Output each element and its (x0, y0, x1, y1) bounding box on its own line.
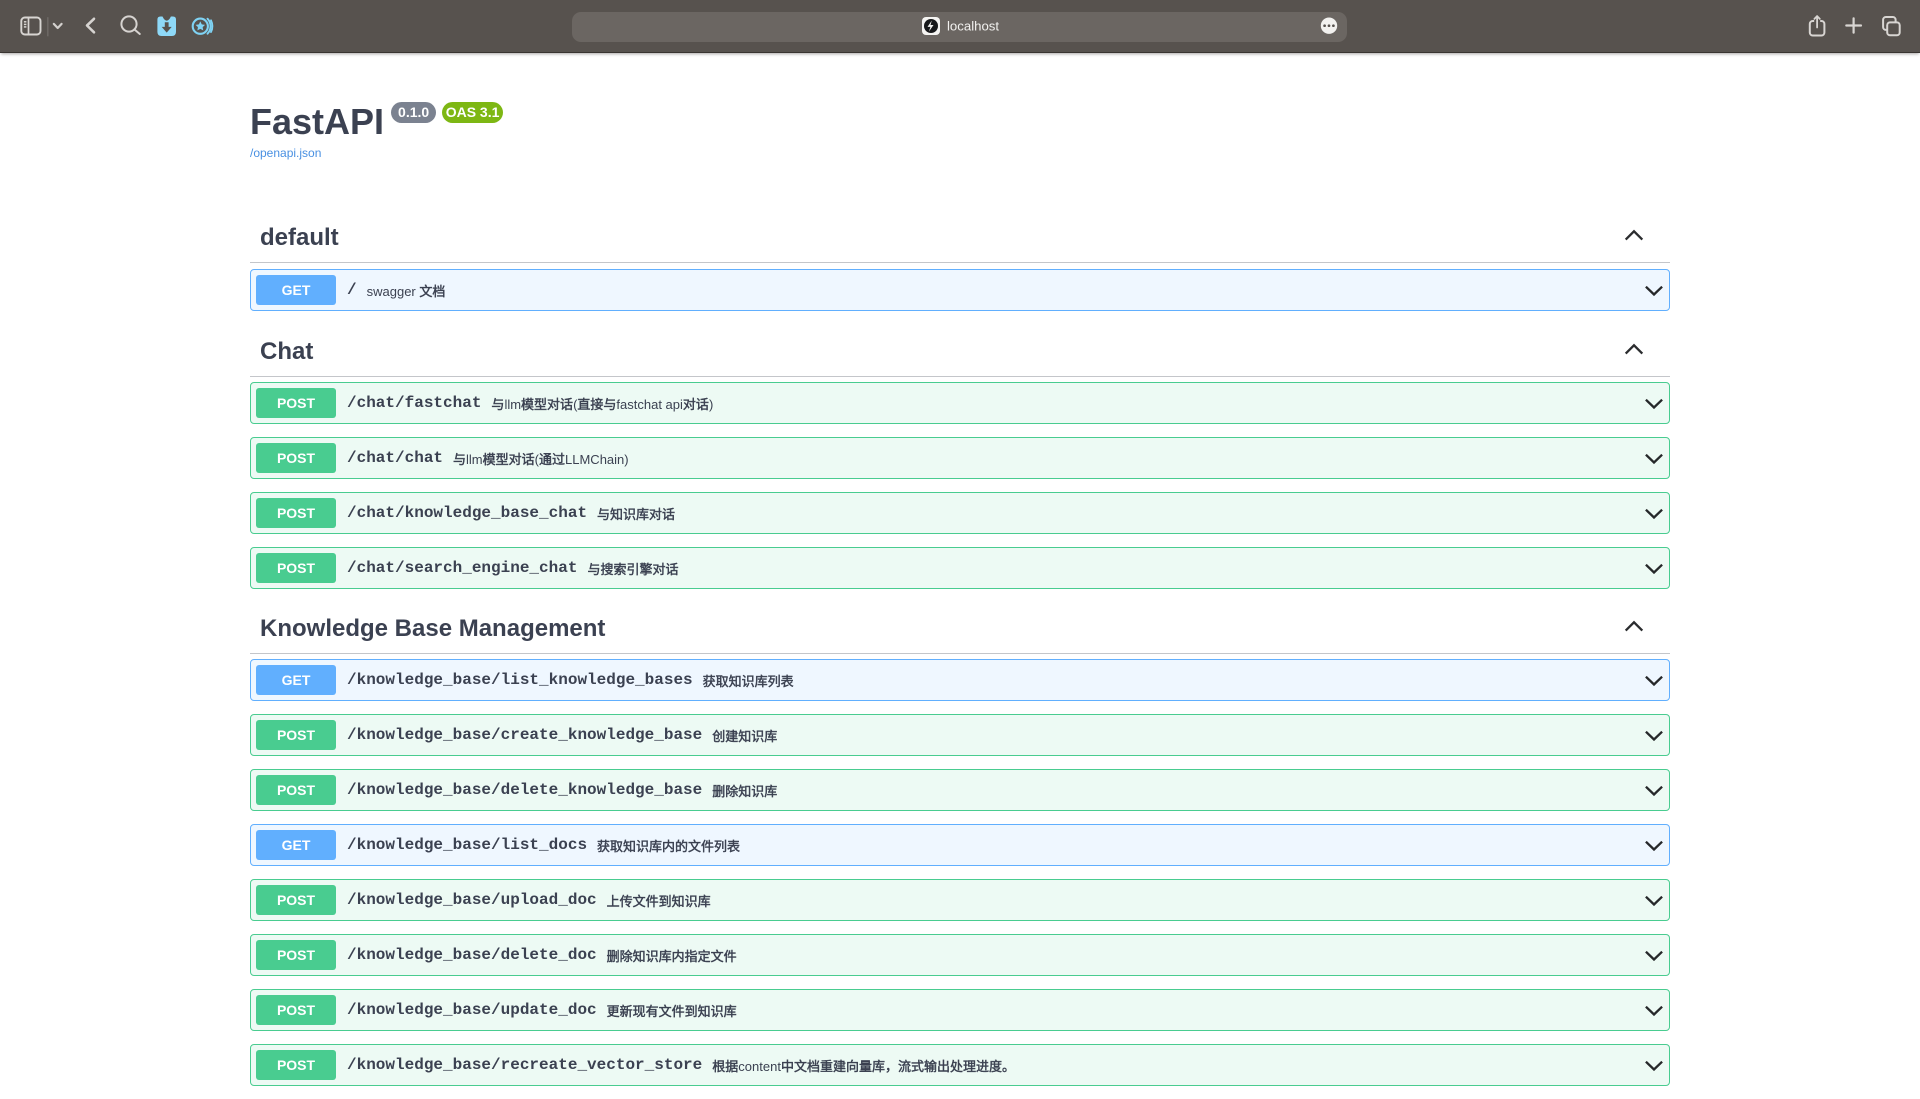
svg-text:localhost: localhost (947, 19, 999, 34)
